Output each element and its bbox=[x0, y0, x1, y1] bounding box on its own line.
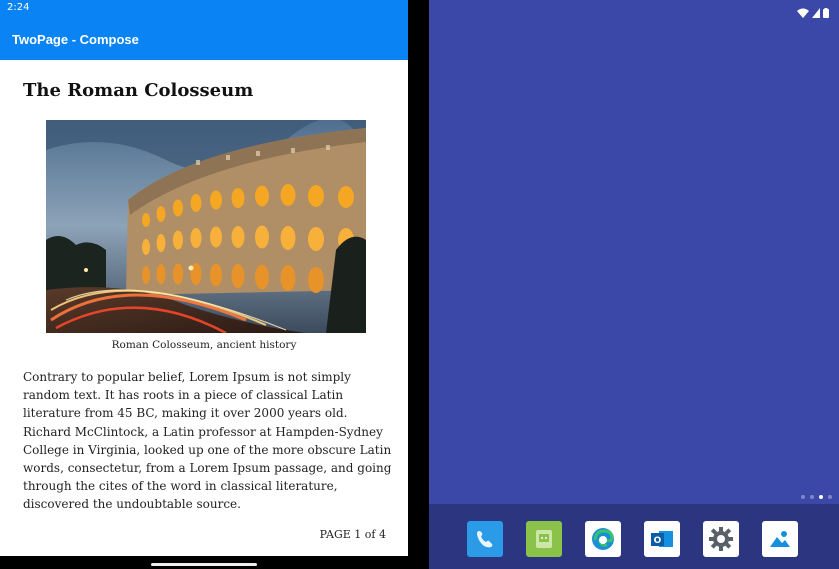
right-screen-home: O bbox=[429, 0, 839, 569]
signal-icon bbox=[812, 3, 820, 22]
colosseum-photo bbox=[46, 120, 366, 333]
outlook-icon[interactable]: O bbox=[644, 521, 680, 557]
article-title: The Roman Colosseum bbox=[23, 80, 254, 101]
status-time: 2:24 bbox=[7, 2, 30, 13]
app-bar: TwoPage - Compose bbox=[0, 17, 408, 60]
svg-text:O: O bbox=[654, 536, 662, 546]
photos-icon[interactable] bbox=[762, 521, 798, 557]
page-dot[interactable] bbox=[828, 495, 832, 499]
status-icons bbox=[797, 3, 829, 22]
page-dot[interactable] bbox=[801, 495, 805, 499]
edge-browser-icon[interactable] bbox=[585, 521, 621, 557]
home-page-dots bbox=[801, 495, 832, 499]
article-body: Contrary to popular belief, Lorem Ipsum … bbox=[23, 370, 392, 512]
app-dock: O bbox=[429, 504, 839, 569]
page-dot-active[interactable] bbox=[819, 495, 823, 499]
page-indicator: PAGE 1 of 4 bbox=[319, 528, 386, 541]
photo-caption: Roman Colosseum, ancient history bbox=[111, 339, 297, 351]
settings-gear-icon[interactable] bbox=[703, 521, 739, 557]
phone-icon[interactable] bbox=[467, 521, 503, 557]
app-title: TwoPage - Compose bbox=[12, 32, 139, 47]
battery-icon bbox=[823, 3, 829, 22]
left-screen: 2:24 TwoPage - Compose The Roman Colosse… bbox=[0, 0, 408, 569]
device-hinge bbox=[408, 0, 429, 569]
status-bar: 2:24 bbox=[0, 0, 408, 17]
wifi-icon bbox=[797, 3, 809, 22]
gesture-handle[interactable] bbox=[151, 563, 257, 566]
page-dot[interactable] bbox=[810, 495, 814, 499]
messages-icon[interactable] bbox=[526, 521, 562, 557]
navigation-bar bbox=[0, 556, 408, 569]
